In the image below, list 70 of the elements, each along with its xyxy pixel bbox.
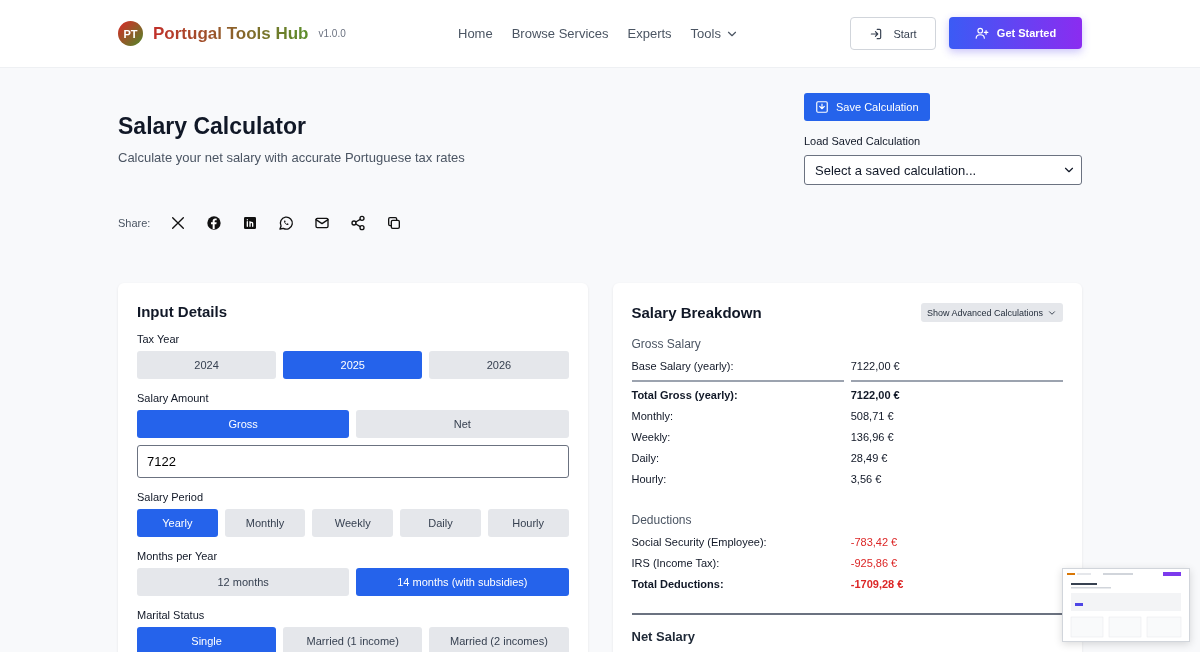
section-heading: Gross Salary <box>631 337 702 351</box>
option-button[interactable]: Yearly <box>137 509 218 537</box>
option-button[interactable]: 12 months <box>137 568 350 596</box>
row-label: Daily: <box>631 451 660 466</box>
field-label: Salary Period <box>137 491 205 503</box>
page-thumbnail-drawing[interactable] <box>1062 568 1190 642</box>
option-button[interactable]: 2026 <box>429 351 569 379</box>
start-button[interactable]: Start <box>850 17 936 50</box>
option-button[interactable]: Net <box>356 410 569 438</box>
section-heading: Deductions <box>631 513 693 527</box>
facebook-icon <box>206 215 223 231</box>
nav-link[interactable]: Home <box>458 26 493 41</box>
save-calculation-button[interactable]: Save Calculation <box>804 93 930 121</box>
row-value: 28,49 € <box>850 451 889 466</box>
page-subtitle: Calculate your net salary with accurate Portuguese tax rates <box>118 150 465 165</box>
card-title: Salary Breakdown <box>631 304 762 321</box>
copy-icon <box>386 215 403 231</box>
linkedin-icon <box>242 215 259 231</box>
sign-in-icon <box>869 26 884 41</box>
row-value: -1709,28 € <box>850 577 905 592</box>
row-label: Monthly: <box>631 409 675 424</box>
row-label: Hourly: <box>631 472 668 487</box>
field-label: Marital Status <box>137 609 206 621</box>
salary-amount-field[interactable]: 7122 <box>137 445 569 478</box>
share-icon <box>350 215 367 231</box>
mail-icon <box>314 215 331 231</box>
nav-link[interactable]: Browse Services <box>511 26 609 41</box>
option-button[interactable]: Married (2 incomes) <box>429 627 569 652</box>
option-button[interactable]: 14 months (with subsidies) <box>356 568 569 596</box>
row-value: 7122,00 € <box>850 356 1063 382</box>
nav-link[interactable]: Experts <box>627 26 672 41</box>
option-button[interactable]: Monthly <box>224 509 306 537</box>
user-plus-icon <box>974 26 989 40</box>
option-button[interactable]: Weekly <box>312 509 394 537</box>
option-button[interactable]: Hourly <box>487 509 569 537</box>
saved-calculation-select[interactable]: Select a saved calculation... <box>804 155 1082 185</box>
page-title: Salary Calculator <box>118 113 307 140</box>
row-value: 136,96 € <box>850 430 895 445</box>
option-button[interactable]: Single <box>137 627 277 652</box>
option-button[interactable]: 2024 <box>137 351 277 379</box>
field-label: Months per Year <box>137 550 219 562</box>
row-value: 508,71 € <box>850 409 895 424</box>
row-label: Total Gross (yearly): <box>631 388 739 403</box>
row-value: 7122,00 € <box>850 388 901 403</box>
row-value: -925,86 € <box>850 556 899 571</box>
option-button[interactable]: Daily <box>400 509 481 537</box>
field-label: Tax Year <box>137 333 181 345</box>
section-heading: Net Salary <box>631 613 1063 644</box>
advanced-calculations-button[interactable]: Show Advanced Calculations <box>920 303 1063 322</box>
option-button[interactable]: Married (1 income) <box>283 627 423 652</box>
x-icon <box>170 215 187 231</box>
option-button[interactable]: 2025 <box>283 351 423 379</box>
version-label: v1.0.0 <box>318 28 346 39</box>
logo-badge[interactable]: PT <box>118 21 143 46</box>
whatsapp-icon <box>278 215 295 231</box>
row-value: -783,42 € <box>850 535 899 550</box>
field-label: Salary Amount <box>137 392 210 404</box>
share-label: Share: <box>118 217 151 229</box>
row-label: Weekly: <box>631 430 672 445</box>
row-value: 3,56 € <box>850 472 883 487</box>
nav-link[interactable]: Tools <box>690 26 739 41</box>
row-label: Total Deductions: <box>631 577 725 592</box>
download-icon <box>815 100 829 114</box>
get-started-button[interactable]: Get Started <box>949 17 1082 49</box>
option-button[interactable]: Gross <box>137 410 350 438</box>
row-label: Social Security (Employee): <box>631 535 768 550</box>
card-title: Input Details <box>137 303 228 320</box>
field-label: Load Saved Calculation <box>804 135 921 147</box>
row-label: Base Salary (yearly): <box>631 356 844 382</box>
row-label: IRS (Income Tax): <box>631 556 721 571</box>
